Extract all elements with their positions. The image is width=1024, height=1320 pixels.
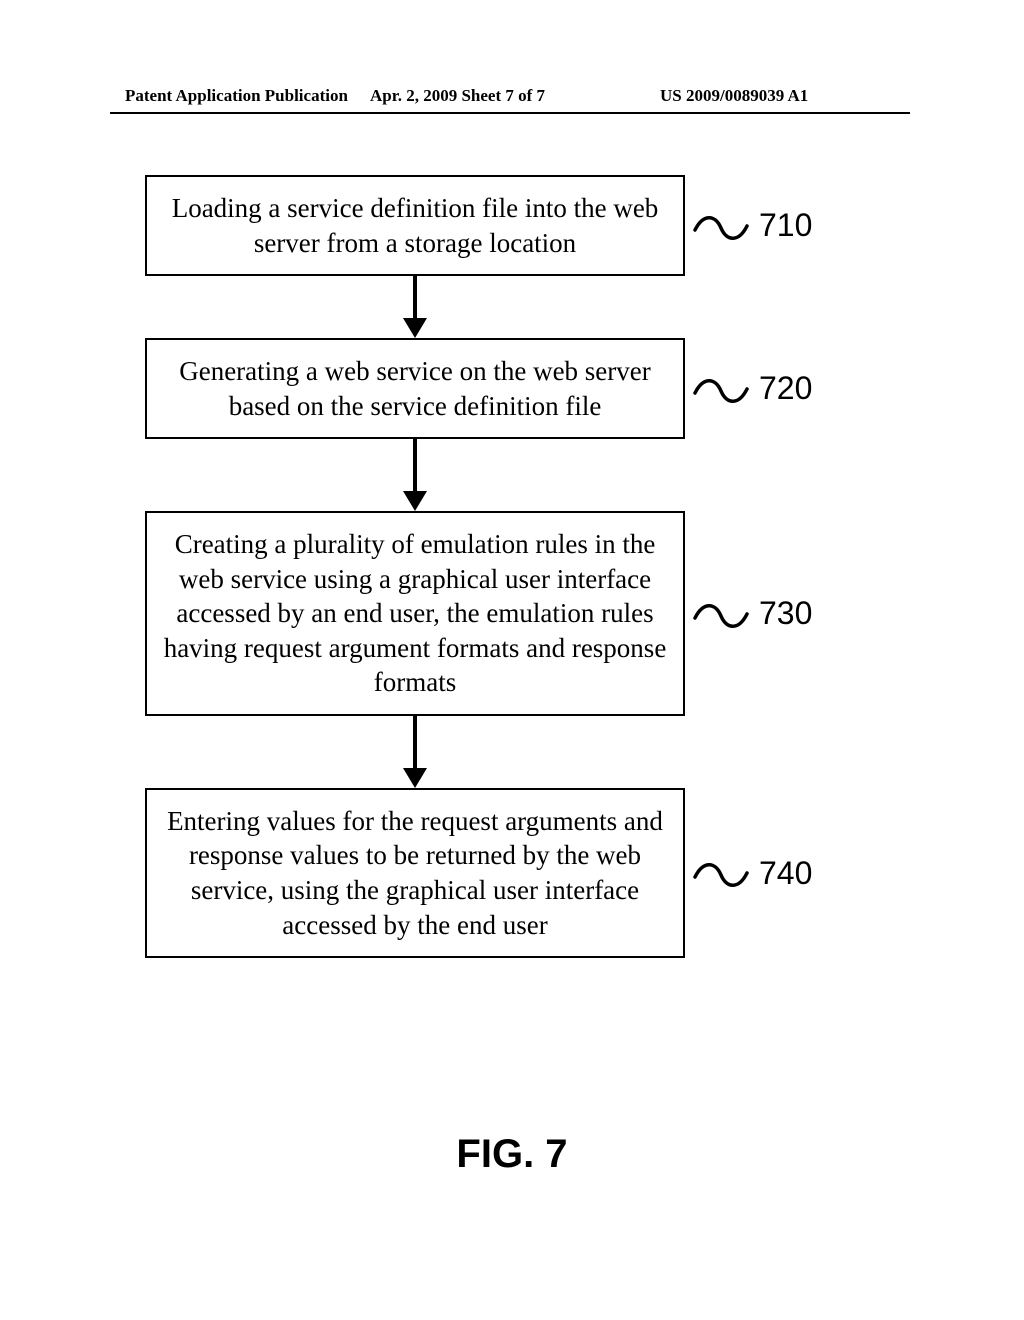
flowchart: Loading a service definition file into t… — [145, 175, 885, 958]
callout-squiggle-icon — [693, 855, 749, 891]
header-publication-number: US 2009/0089039 A1 — [660, 86, 808, 106]
flow-arrow — [145, 276, 685, 338]
ref-connector: 730 — [693, 595, 812, 632]
ref-connector: 710 — [693, 207, 812, 244]
ref-number: 710 — [759, 207, 812, 244]
ref-number: 740 — [759, 855, 812, 892]
callout-squiggle-icon — [693, 371, 749, 407]
page: Patent Application Publication Apr. 2, 2… — [0, 0, 1024, 1320]
ref-connector: 720 — [693, 370, 812, 407]
flow-step-740: Entering values for the request argument… — [145, 788, 885, 958]
figure-label: FIG. 7 — [0, 1132, 1024, 1177]
flow-box: Loading a service definition file into t… — [145, 175, 685, 276]
ref-number: 730 — [759, 595, 812, 632]
flow-arrow — [145, 716, 685, 788]
callout-squiggle-icon — [693, 596, 749, 632]
flow-box: Generating a web service on the web serv… — [145, 338, 685, 439]
ref-number: 720 — [759, 370, 812, 407]
flow-box: Entering values for the request argument… — [145, 788, 685, 958]
flow-box: Creating a plurality of emulation rules … — [145, 511, 685, 716]
flow-step-720: Generating a web service on the web serv… — [145, 338, 885, 439]
flow-step-730: Creating a plurality of emulation rules … — [145, 511, 885, 716]
header-date-sheet: Apr. 2, 2009 Sheet 7 of 7 — [370, 86, 545, 106]
header-publication-type: Patent Application Publication — [125, 86, 348, 106]
ref-connector: 740 — [693, 855, 812, 892]
header-rule — [110, 112, 910, 114]
flow-step-710: Loading a service definition file into t… — [145, 175, 885, 276]
flow-arrow — [145, 439, 685, 511]
callout-squiggle-icon — [693, 208, 749, 244]
